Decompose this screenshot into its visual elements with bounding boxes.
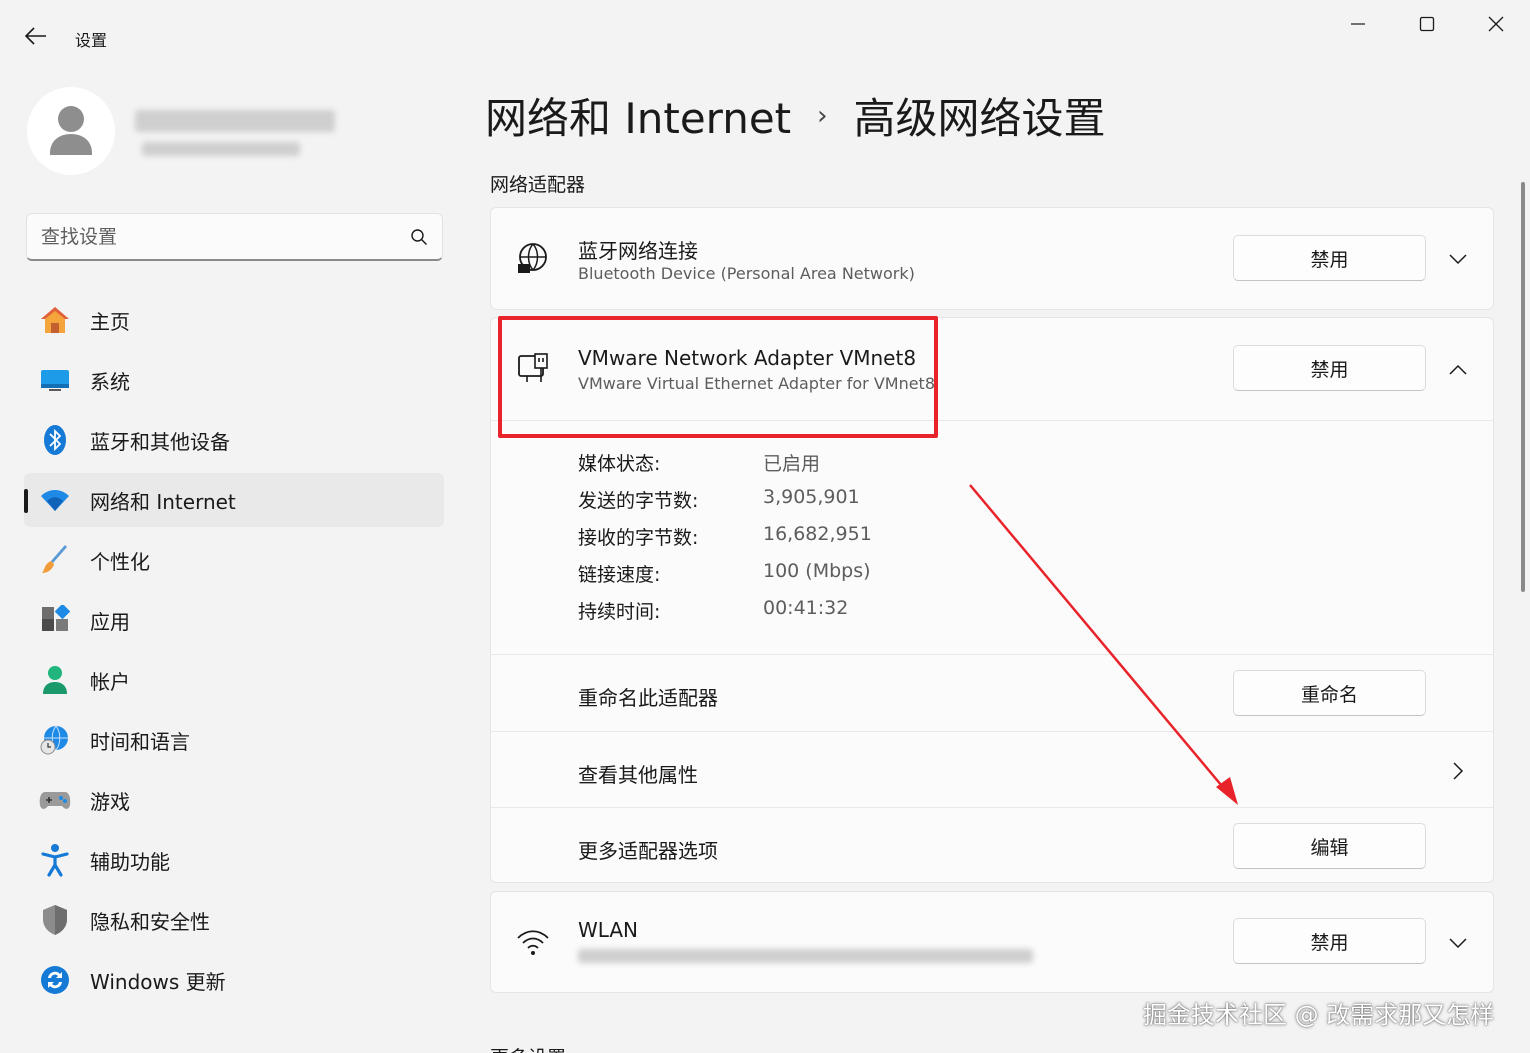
sidebar-item-privacy[interactable]: 隐私和安全性 (24, 893, 444, 947)
sidebar-item-network[interactable]: 网络和 Internet (24, 473, 444, 527)
chevron-right-icon (1443, 756, 1473, 786)
sidebar-item-label: 个性化 (90, 549, 150, 574)
wifi-icon (38, 483, 72, 517)
sidebar-item-label: 网络和 Internet (90, 489, 236, 514)
person-icon (38, 663, 72, 697)
edit-button[interactable]: 编辑 (1233, 823, 1426, 869)
sidebar-item-home[interactable]: 主页 (24, 293, 444, 347)
breadcrumb-parent[interactable]: 网络和 Internet (485, 85, 791, 146)
sidebar-item-label: 帐户 (90, 669, 130, 694)
gamepad-icon (38, 783, 72, 817)
monitor-icon (38, 363, 72, 397)
sidebar-item-label: 蓝牙和其他设备 (90, 429, 230, 454)
search-input[interactable] (41, 225, 410, 248)
sidebar-item-label: 游戏 (90, 789, 130, 814)
section-title-more-settings: 更多设置 (490, 1043, 566, 1053)
account-email-redacted (142, 142, 300, 156)
sidebar-item-label: Windows 更新 (90, 969, 226, 994)
prop-label-bytes-sent: 发送的字节数: (578, 490, 699, 512)
account-name-redacted (135, 110, 335, 132)
sidebar-nav: 主页 系统 蓝牙和其他设备 网络和 Internet 个性化 应用 帐户 时间和… (24, 293, 444, 1013)
sidebar-item-apps[interactable]: 应用 (24, 593, 444, 647)
chevron-down-icon (1449, 254, 1467, 265)
sidebar-item-bluetooth[interactable]: 蓝牙和其他设备 (24, 413, 444, 467)
maximize-icon (1419, 16, 1435, 32)
sidebar-item-windows-update[interactable]: Windows 更新 (24, 953, 444, 1007)
disable-button[interactable]: 禁用 (1233, 345, 1426, 391)
close-icon (1488, 16, 1504, 32)
scrollbar[interactable] (1521, 182, 1525, 592)
minimize-icon (1351, 23, 1365, 25)
sidebar-item-label: 主页 (90, 309, 130, 334)
sidebar-item-label: 系统 (90, 369, 130, 394)
prop-value-bytes-received: 16,682,951 (763, 523, 872, 545)
page-title: 高级网络设置 (853, 94, 1106, 143)
rename-button[interactable]: 重命名 (1233, 670, 1426, 716)
search-icon[interactable] (410, 228, 428, 246)
more-options-label: 更多适配器选项 (578, 839, 718, 863)
maximize-button[interactable] (1404, 8, 1450, 40)
arrow-left-icon (25, 27, 46, 45)
update-icon (38, 963, 72, 997)
accessibility-icon (38, 843, 72, 877)
sidebar-item-accounts[interactable]: 帐户 (24, 653, 444, 707)
sidebar-item-system[interactable]: 系统 (24, 353, 444, 407)
chevron-up-icon (1449, 364, 1467, 375)
breadcrumb: 网络和 Internet › 高级网络设置 (485, 85, 1106, 146)
prop-label-link-speed: 链接速度: (578, 564, 661, 586)
adapter-title: WLAN (578, 918, 639, 942)
chevron-down-icon (1449, 938, 1467, 949)
wifi-signal-icon (513, 922, 553, 962)
adapter-title: 蓝牙网络连接 (578, 239, 698, 263)
person-icon (50, 106, 92, 155)
app-title: 设置 (75, 31, 108, 50)
highlight-box (498, 316, 938, 438)
sidebar-item-personalization[interactable]: 个性化 (24, 533, 444, 587)
bluetooth-icon (38, 423, 72, 457)
expand-button[interactable] (1443, 244, 1473, 274)
sidebar-item-label: 隐私和安全性 (90, 909, 210, 934)
sidebar-item-label: 应用 (90, 609, 130, 634)
view-properties-label: 查看其他属性 (578, 763, 698, 787)
adapter-card-wlan[interactable]: WLAN 禁用 (490, 891, 1494, 993)
prop-value-duration: 00:41:32 (763, 597, 849, 619)
expand-button[interactable] (1443, 928, 1473, 958)
shield-icon (38, 903, 72, 937)
apps-icon (38, 603, 72, 637)
sidebar-item-time-language[interactable]: 时间和语言 (24, 713, 444, 767)
adapter-subtitle: Bluetooth Device (Personal Area Network) (578, 264, 915, 283)
rename-adapter-label: 重命名此适配器 (578, 686, 718, 710)
breadcrumb-separator: › (817, 100, 828, 131)
minimize-button[interactable] (1335, 8, 1381, 40)
annotation-arrow (969, 484, 1238, 805)
prop-value-link-speed: 100 (Mbps) (763, 560, 871, 582)
brush-icon (38, 543, 72, 577)
sidebar-item-gaming[interactable]: 游戏 (24, 773, 444, 827)
globe-network-icon (513, 239, 553, 279)
sidebar-item-label: 时间和语言 (90, 729, 190, 754)
prop-value-media-state: 已启用 (763, 453, 821, 475)
back-button[interactable] (18, 20, 54, 52)
sidebar-item-label: 辅助功能 (90, 849, 170, 874)
watermark: 掘金技术社区 @ 改需求那又怎样 (1143, 1001, 1495, 1029)
prop-value-bytes-sent: 3,905,901 (763, 486, 860, 508)
prop-label-media-state: 媒体状态: (578, 453, 661, 475)
avatar[interactable] (27, 87, 115, 175)
adapter-card-bluetooth[interactable]: 蓝牙网络连接 Bluetooth Device (Personal Area N… (490, 207, 1494, 310)
adapter-subtitle-redacted (578, 949, 1033, 963)
search-box[interactable] (26, 213, 443, 261)
sidebar-item-accessibility[interactable]: 辅助功能 (24, 833, 444, 887)
collapse-button[interactable] (1443, 355, 1473, 385)
close-button[interactable] (1473, 8, 1519, 40)
prop-label-bytes-received: 接收的字节数: (578, 527, 699, 549)
section-title: 网络适配器 (490, 174, 586, 196)
home-icon (38, 303, 72, 337)
prop-label-duration: 持续时间: (578, 601, 661, 623)
disable-button[interactable]: 禁用 (1233, 918, 1426, 964)
globe-clock-icon (38, 723, 72, 757)
disable-button[interactable]: 禁用 (1233, 235, 1426, 281)
